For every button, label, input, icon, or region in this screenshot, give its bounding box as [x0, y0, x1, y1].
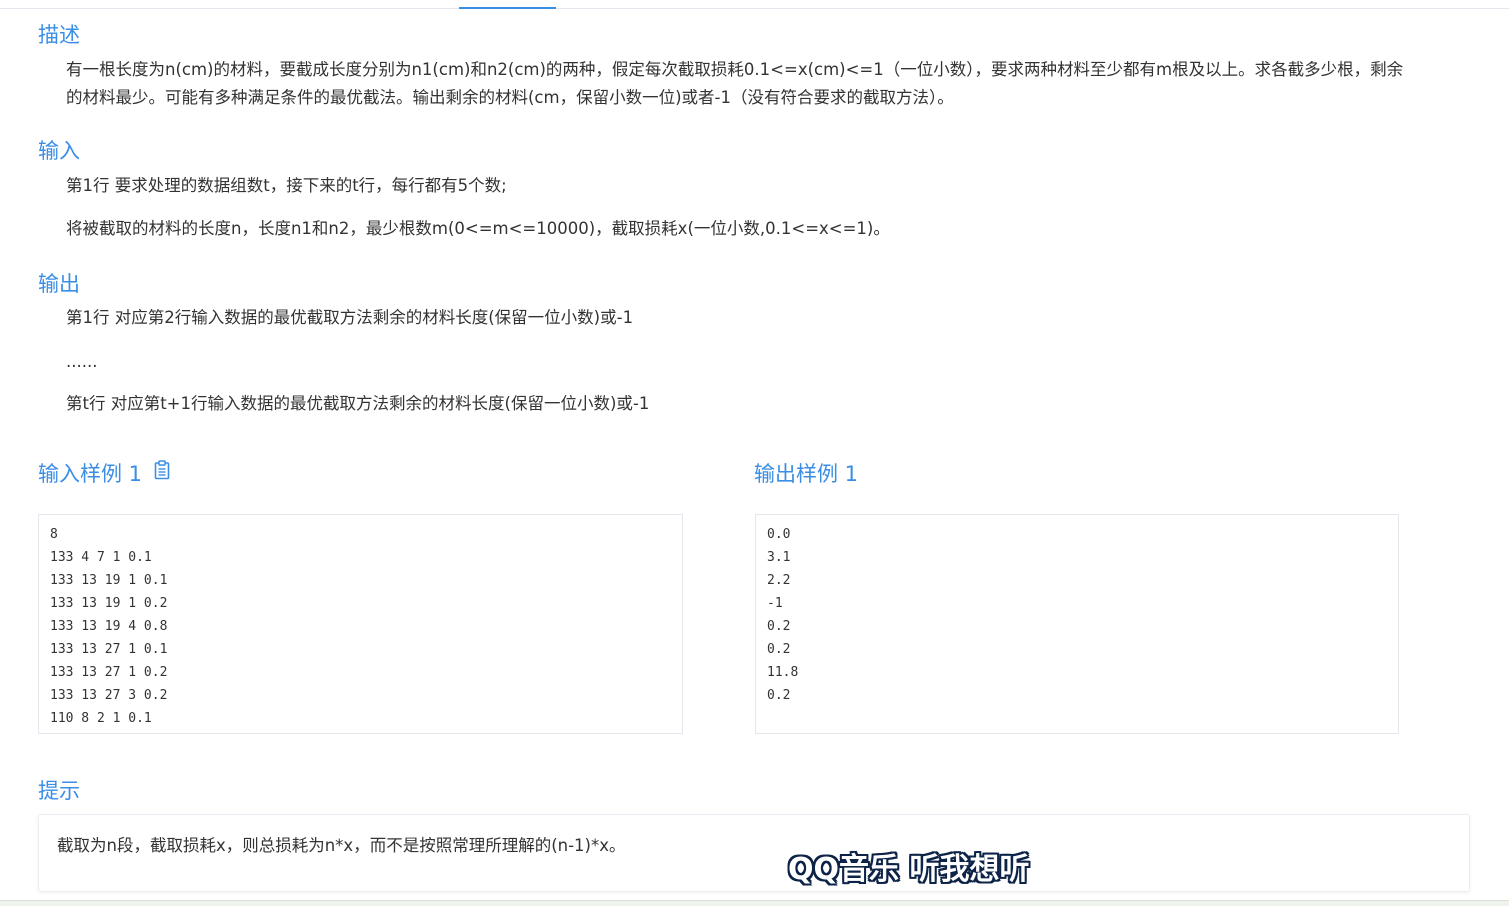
sample-output-line: 2.2: [767, 573, 791, 588]
sample-output-line: 3.1: [767, 550, 791, 565]
sample-input-line: 133 13 27 3 0.2: [50, 688, 168, 703]
sample-output-line: -1: [767, 596, 783, 611]
sample-output-line: 0.2: [767, 619, 791, 634]
active-tab-indicator: [459, 7, 556, 9]
sample-input-line: 133 13 19 4 0.8: [50, 619, 168, 634]
output-line-1: 第1行 对应第2行输入数据的最优截取方法剩余的材料长度(保留一位小数)或-1: [66, 308, 634, 327]
hint-text: 截取为n段，截取损耗x，则总损耗为n*x，而不是按照常理所理解的(n-1)*x。: [57, 836, 626, 855]
hint-title: 提示: [38, 779, 80, 803]
bottom-scroll-bar: [0, 900, 1509, 906]
sample-input-line: 133 13 19 1 0.2: [50, 596, 168, 611]
input-line-2: 将被截取的材料的长度n，长度n1和n2，最少根数m(0<=m<=10000)，截…: [66, 219, 890, 238]
sample-input-line: 133 13 27 1 0.1: [50, 642, 168, 657]
sample-output-title: 输出样例 1: [754, 462, 859, 486]
sample-output-line: 0.2: [767, 642, 791, 657]
sample-input-line: 133 13 19 1 0.1: [50, 573, 168, 588]
sample-input-line: 8: [50, 527, 58, 542]
qq-music-watermark: QQ音乐 听我想听: [788, 852, 1030, 887]
sample-output-line: 11.8: [767, 665, 799, 680]
sample-input-header: 输入样例 1: [38, 460, 170, 488]
clipboard-icon[interactable]: [154, 459, 170, 487]
output-line-2: ......: [66, 352, 98, 371]
sample-input-box[interactable]: 8 133 4 7 1 0.1 133 13 19 1 0.1 133 13 1…: [38, 514, 683, 734]
sample-input-line: 133 4 7 1 0.1: [50, 550, 152, 565]
sample-input-line: 110 8 2 1 0.1: [50, 711, 152, 726]
input-line-1: 第1行 要求处理的数据组数t，接下来的t行，每行都有5个数;: [66, 176, 507, 195]
sample-input-title: 输入样例 1: [38, 462, 143, 486]
input-title: 输入: [38, 139, 80, 163]
top-tabs-border: [0, 8, 1509, 9]
hint-box: 截取为n段，截取损耗x，则总损耗为n*x，而不是按照常理所理解的(n-1)*x。: [38, 814, 1470, 892]
sample-input-line: 133 13 27 1 0.2: [50, 665, 168, 680]
sample-output-line: 0.2: [767, 688, 791, 703]
description-title: 描述: [38, 23, 80, 47]
output-title: 输出: [38, 272, 80, 296]
description-line-1: 有一根长度为n(cm)的材料，要截成长度分别为n1(cm)和n2(cm)的两种，…: [66, 60, 1404, 79]
sample-output-box[interactable]: 0.0 3.1 2.2 -1 0.2 0.2 11.8 0.2: [755, 514, 1399, 734]
description-line-2: 的材料最少。可能有多种满足条件的最优截法。输出剩余的材料(cm，保留小数一位)或…: [66, 88, 954, 107]
output-line-3: 第t行 对应第t+1行输入数据的最优截取方法剩余的材料长度(保留一位小数)或-1: [66, 394, 650, 413]
sample-output-line: 0.0: [767, 527, 791, 542]
